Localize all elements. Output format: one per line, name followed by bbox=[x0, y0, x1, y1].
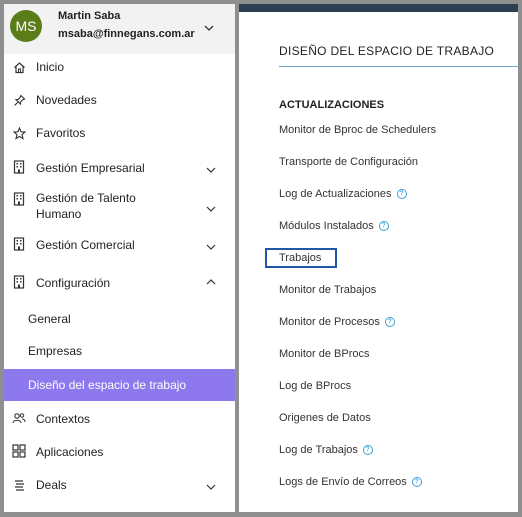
sidebar-item-gestion-talento-humano[interactable]: Gestión de Talento Humano bbox=[4, 190, 235, 224]
link-label: Módulos Instalados bbox=[279, 220, 374, 232]
sidebar-item-label: Favoritos bbox=[36, 126, 86, 140]
link-log-trabajos[interactable]: Log de Trabajos? bbox=[279, 444, 373, 456]
link-modulos-instalados[interactable]: Módulos Instalados? bbox=[279, 220, 389, 232]
profile-name: Martin Saba bbox=[58, 10, 121, 22]
link-logs-envio-correos[interactable]: Logs de Envío de Correos? bbox=[279, 476, 422, 488]
chevron-down-icon[interactable] bbox=[205, 481, 217, 493]
sidebar-item-label: Configuración bbox=[36, 276, 111, 290]
building-icon bbox=[12, 160, 26, 174]
apps-grid-icon bbox=[12, 444, 26, 458]
sidebar-item-gestion-comercial[interactable]: Gestión Comercial bbox=[4, 236, 235, 254]
sidebar-item-label: Aplicaciones bbox=[36, 445, 104, 459]
sidebar-item-novedades[interactable]: Novedades bbox=[4, 91, 235, 109]
profile-header[interactable]: MS Martin Saba msaba@finnegans.com.ar bbox=[4, 4, 235, 54]
sidebar-subitem-diseno-espacio-trabajo[interactable]: Diseño del espacio de trabajo bbox=[4, 369, 235, 401]
chevron-down-icon[interactable] bbox=[202, 21, 216, 35]
chevron-down-icon[interactable] bbox=[205, 241, 217, 253]
chevron-down-icon[interactable] bbox=[205, 164, 217, 176]
sidebar-item-label: Gestión Empresarial bbox=[36, 161, 145, 175]
star-icon bbox=[12, 126, 26, 140]
sidebar-subitem-label: Diseño del espacio de trabajo bbox=[28, 378, 187, 392]
sidebar-item-label: Deals bbox=[36, 478, 67, 492]
profile-email: msaba@finnegans.com.ar bbox=[58, 28, 195, 40]
link-label: Transporte de Configuración bbox=[279, 156, 419, 168]
building-icon bbox=[12, 275, 26, 289]
sidebar-item-configuracion[interactable]: Configuración bbox=[4, 274, 235, 292]
help-icon[interactable]: ? bbox=[378, 221, 389, 231]
section-title: DISEÑO DEL ESPACIO DE TRABAJO bbox=[279, 44, 495, 58]
sidebar-item-deals[interactable]: Deals bbox=[4, 476, 235, 494]
sidebar-subitem-empresas[interactable]: Empresas bbox=[4, 336, 235, 366]
sidebar-item-label: Inicio bbox=[36, 60, 65, 74]
link-trabajos[interactable]: Trabajos bbox=[279, 252, 321, 264]
list-icon bbox=[12, 478, 26, 492]
help-icon[interactable]: ? bbox=[411, 477, 422, 487]
link-transporte-configuracion[interactable]: Transporte de Configuración bbox=[279, 156, 418, 168]
sidebar-subitem-general[interactable]: General bbox=[4, 304, 235, 334]
link-origenes-datos[interactable]: Origenes de Datos bbox=[279, 412, 371, 424]
link-monitor-procesos[interactable]: Monitor de Procesos? bbox=[279, 316, 395, 328]
link-label: Origenes de Datos bbox=[279, 412, 371, 424]
chevron-down-icon[interactable] bbox=[205, 203, 217, 215]
building-icon bbox=[12, 192, 26, 206]
sidebar-item-favoritos[interactable]: Favoritos bbox=[4, 124, 235, 142]
group-title: ACTUALIZACIONES bbox=[279, 99, 385, 111]
sidebar: MS Martin Saba msaba@finnegans.com.ar In… bbox=[4, 4, 235, 512]
link-label: Log de Actualizaciones bbox=[279, 188, 392, 200]
link-label: Log de Trabajos bbox=[279, 444, 358, 456]
link-monitor-bproc-schedulers[interactable]: Monitor de Bproc de Schedulers bbox=[279, 124, 436, 136]
sidebar-item-label: Contextos bbox=[36, 412, 91, 426]
link-monitor-trabajos[interactable]: Monitor de Trabajos bbox=[279, 284, 376, 296]
link-label: Logs de Envío de Correos bbox=[279, 476, 407, 488]
pin-icon bbox=[12, 93, 26, 107]
sidebar-item-label: Gestión de Talento Humano bbox=[36, 191, 136, 221]
link-monitor-bprocs[interactable]: Monitor de BProcs bbox=[279, 348, 369, 360]
link-label: Monitor de Trabajos bbox=[279, 284, 377, 296]
sidebar-item-label: Novedades bbox=[36, 93, 97, 107]
home-icon bbox=[12, 60, 26, 74]
sidebar-subitem-label: General bbox=[28, 312, 71, 326]
link-log-actualizaciones[interactable]: Log de Actualizaciones? bbox=[279, 188, 407, 200]
sidebar-item-gestion-empresarial[interactable]: Gestión Empresarial bbox=[4, 159, 235, 177]
avatar[interactable]: MS bbox=[10, 10, 42, 42]
link-label: Trabajos bbox=[279, 252, 322, 264]
main-panel: DISEÑO DEL ESPACIO DE TRABAJO ACTUALIZAC… bbox=[239, 4, 518, 512]
chevron-up-icon[interactable] bbox=[205, 276, 217, 288]
sidebar-item-aplicaciones[interactable]: Aplicaciones bbox=[4, 443, 235, 461]
sidebar-item-inicio[interactable]: Inicio bbox=[4, 58, 235, 76]
help-icon[interactable]: ? bbox=[384, 317, 395, 327]
top-bar bbox=[239, 4, 518, 12]
link-label: Monitor de Procesos bbox=[279, 316, 380, 328]
building-icon bbox=[12, 237, 26, 251]
people-icon bbox=[12, 411, 26, 425]
help-icon[interactable]: ? bbox=[396, 189, 407, 199]
help-icon[interactable]: ? bbox=[362, 445, 373, 455]
link-label: Monitor de Bproc de Schedulers bbox=[279, 124, 437, 136]
sidebar-subitem-label: Empresas bbox=[28, 344, 83, 358]
section-divider bbox=[279, 66, 518, 67]
sidebar-item-contextos[interactable]: Contextos bbox=[4, 410, 235, 428]
sidebar-item-label: Gestión Comercial bbox=[36, 238, 135, 252]
link-label: Monitor de BProcs bbox=[279, 348, 370, 360]
link-label: Log de BProcs bbox=[279, 380, 352, 392]
link-log-bprocs[interactable]: Log de BProcs bbox=[279, 380, 351, 392]
